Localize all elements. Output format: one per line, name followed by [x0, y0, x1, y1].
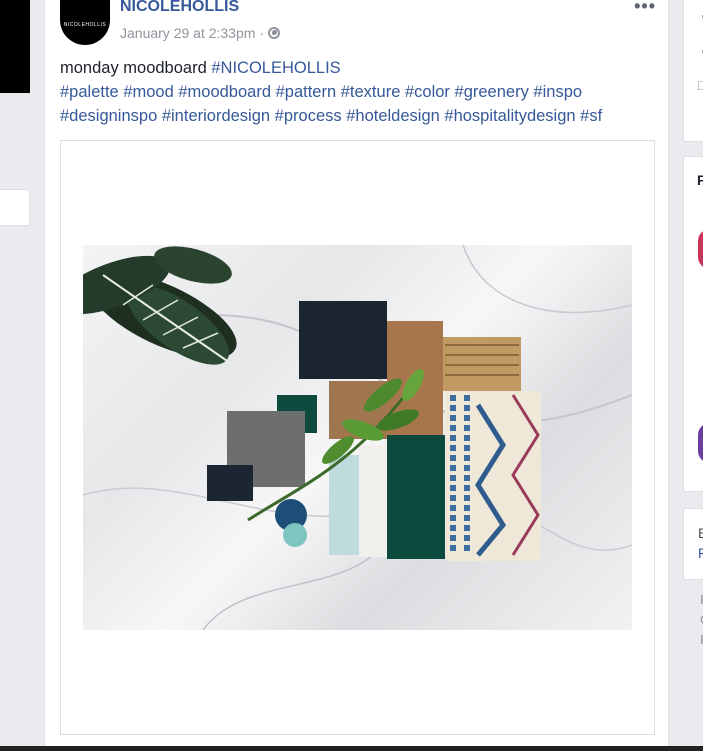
left-column — [0, 0, 44, 751]
right-column: ◔ ◔ □ F E F F C F — [669, 0, 703, 751]
hashtag[interactable]: #mood — [123, 83, 173, 101]
post-author[interactable]: NICOLEHOLLIS — [120, 0, 239, 16]
feed-post: NICOLEHOLLIS NICOLEHOLLIS January 29 at … — [44, 0, 669, 746]
meta-separator: · — [259, 25, 265, 41]
globe-icon[interactable] — [268, 27, 281, 39]
hashtag[interactable]: #interiordesign — [162, 107, 270, 125]
right-card-3: E F — [683, 508, 703, 580]
avatar[interactable]: NICOLEHOLLIS — [60, 0, 110, 45]
right-link[interactable]: F — [698, 545, 703, 561]
more-options-icon[interactable]: ••• — [634, 0, 656, 17]
right-letter: F — [697, 172, 703, 188]
post-caption: monday moodboard — [60, 59, 212, 77]
moodboard-photo[interactable] — [83, 245, 632, 630]
hashtag[interactable]: #pattern — [276, 83, 337, 101]
right-icon: ◔ — [698, 9, 703, 25]
hashtag[interactable]: #process — [275, 107, 342, 125]
post-text-line1: monday moodboard #NICOLEHOLLIS — [60, 56, 660, 80]
post-timestamp[interactable]: January 29 at 2:33pm — [120, 25, 255, 41]
hashtag[interactable]: #moodboard — [178, 83, 271, 101]
hashtag[interactable]: #greenery — [455, 83, 529, 101]
leaf-plant — [83, 246, 237, 366]
hashtag[interactable]: #sf — [580, 107, 602, 125]
hashtag[interactable]: #NICOLEHOLLIS — [211, 59, 340, 77]
avatar-text: NICOLEHOLLIS — [63, 21, 107, 28]
avatar[interactable] — [698, 423, 703, 463]
hashtag[interactable]: #texture — [341, 83, 401, 101]
post-text-line2: #palette #mood #moodboard #pattern #text… — [60, 80, 660, 104]
right-letter: E — [698, 525, 703, 541]
post-media[interactable] — [60, 140, 655, 735]
hashtag[interactable]: #palette — [60, 83, 119, 101]
left-black-panel — [0, 0, 30, 93]
avatar[interactable] — [698, 229, 703, 269]
right-icon: ◔ — [698, 44, 703, 60]
hashtag[interactable]: #inspo — [533, 83, 582, 101]
post-text: monday moodboard #NICOLEHOLLIS #palette … — [60, 56, 660, 128]
hashtag[interactable]: #hospitalitydesign — [444, 107, 575, 125]
moodboard-illustration — [83, 245, 632, 630]
right-card-2: F — [683, 156, 703, 492]
bottom-bar — [0, 746, 703, 751]
post-meta: January 29 at 2:33pm · — [120, 25, 281, 41]
right-icon: □ — [698, 77, 703, 93]
hashtag[interactable]: #color — [405, 83, 450, 101]
right-card-1: ◔ ◔ □ — [683, 0, 703, 142]
post-text-line3: #designinspo #interiordesign #process #h… — [60, 104, 660, 128]
hashtag[interactable]: #designinspo — [60, 107, 157, 125]
hashtag[interactable]: #hoteldesign — [346, 107, 440, 125]
left-card[interactable] — [0, 189, 30, 226]
